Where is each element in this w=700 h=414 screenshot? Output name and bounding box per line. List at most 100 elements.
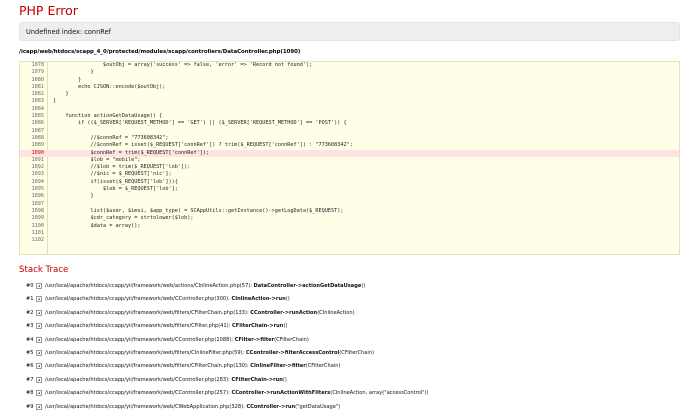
- trace-text: /usr/local/apache/htdocs/ccapp/yii/frame…: [45, 280, 365, 293]
- trace-text: /usr/local/apache/htdocs/ccapp/yii/frame…: [45, 334, 309, 347]
- trace-row[interactable]: #5/usr/local/apache/htdocs/ccapp/yii/fra…: [19, 347, 680, 360]
- trace-row[interactable]: #9/usr/local/apache/htdocs/ccapp/yii/fra…: [19, 401, 680, 414]
- line-code: $outObj = array('success' => false, 'err…: [53, 62, 313, 68]
- line-code: $data = array();: [53, 222, 141, 229]
- code-line: 1081 echo CJSON::encode($outObj);: [20, 84, 679, 91]
- trace-row[interactable]: #4/usr/local/apache/htdocs/ccapp/yii/fra…: [19, 334, 680, 347]
- trace-row[interactable]: #7/usr/local/apache/htdocs/ccapp/yii/fra…: [19, 374, 680, 387]
- trace-text: /usr/local/apache/htdocs/ccapp/yii/frame…: [45, 293, 290, 306]
- line-number: 1096: [31, 193, 45, 200]
- code-line: 1100 $data = array();: [20, 223, 679, 230]
- trace-args: (): [283, 323, 288, 330]
- code-line: 1078 $outObj = array('success' => false,…: [20, 62, 679, 69]
- trace-number: #4: [26, 336, 34, 343]
- trace-call: CController->filterAccessControl: [245, 349, 340, 356]
- trace-number: #7: [26, 376, 34, 383]
- code-line: 1091 $lob = "mobile";: [20, 157, 679, 164]
- code-line: 1084: [20, 106, 679, 113]
- line-number: 1082: [31, 91, 45, 98]
- line-number: 1092: [31, 164, 45, 171]
- expand-toggle-icon[interactable]: [36, 376, 42, 383]
- line-number: 1094: [31, 178, 45, 185]
- trace-path: /usr/local/apache/htdocs/ccapp/yii/frame…: [45, 336, 235, 343]
- trace-row[interactable]: #6/usr/local/apache/htdocs/ccapp/yii/fra…: [19, 360, 680, 373]
- line-number: 1098: [31, 207, 45, 214]
- trace-call: CController->runAction: [250, 309, 318, 316]
- error-file-path: /icapp/web/htdocs/scapp_4_0/protected/mo…: [19, 49, 301, 55]
- trace-row[interactable]: #8/usr/local/apache/htdocs/ccapp/yii/fra…: [19, 387, 680, 400]
- trace-args: (CFilterChain): [274, 336, 309, 343]
- trace-number: #9: [26, 403, 34, 410]
- line-code: $lob = "mobile";: [53, 156, 141, 163]
- line-code: if(isset($_REQUEST['lob'])){: [53, 178, 178, 185]
- expand-toggle-icon[interactable]: [36, 363, 42, 370]
- trace-row[interactable]: #0/usr/local/apache/htdocs/ccapp/yii/fra…: [19, 280, 680, 293]
- code-line: 1088 //$connRef = "773608342";: [20, 135, 679, 142]
- error-message: Undefined index: connRef: [26, 28, 111, 36]
- code-line: 1096 }: [20, 193, 679, 200]
- trace-call: CInlineAction->run: [231, 296, 286, 303]
- code-line: 1101: [20, 230, 679, 237]
- line-code: $lob = $_REQUEST['lob'];: [53, 186, 178, 193]
- trace-text: /usr/local/apache/htdocs/ccapp/yii/frame…: [45, 307, 355, 320]
- line-number: 1089: [31, 142, 45, 149]
- trace-args: (CInlineAction, array("accessControl")): [330, 390, 429, 397]
- line-number: 1081: [31, 83, 45, 90]
- line-number: 1099: [31, 215, 45, 222]
- trace-args: (CInlineAction): [317, 309, 355, 316]
- stack-trace-title: Stack Trace: [19, 265, 69, 275]
- error-title: PHP Error: [19, 3, 78, 18]
- trace-path: /usr/local/apache/htdocs/ccapp/yii/frame…: [45, 363, 251, 370]
- line-code: $connRef = trim($_REQUEST['connRef']);: [53, 149, 210, 156]
- line-number: 1079: [31, 69, 45, 76]
- code-line: 1094 if(isset($_REQUEST['lob'])){: [20, 179, 679, 186]
- line-number: 1084: [31, 105, 45, 112]
- expand-toggle-icon[interactable]: [36, 349, 42, 356]
- trace-args: (): [282, 376, 287, 383]
- line-code: $cdr_category = strtolower($lob);: [53, 215, 194, 222]
- trace-path: /usr/local/apache/htdocs/ccapp/yii/frame…: [45, 309, 251, 316]
- line-code: if (($_SERVER['REQUEST_METHOD'] == 'GET'…: [53, 120, 347, 127]
- code-line: 1092 //$lob = trim($_REQUEST['lob']);: [20, 164, 679, 171]
- line-number: 1093: [31, 171, 45, 178]
- trace-call: CFilterChain->run: [231, 376, 283, 383]
- line-number: 1087: [31, 127, 45, 134]
- line-code: }: [53, 91, 69, 98]
- expand-toggle-icon[interactable]: [36, 336, 42, 343]
- trace-text: /usr/local/apache/htdocs/ccapp/yii/frame…: [45, 387, 428, 400]
- trace-path: /usr/local/apache/htdocs/ccapp/yii/frame…: [45, 323, 232, 330]
- code-line: 1085 function actionGetDataUsage() {: [20, 113, 679, 120]
- trace-path: /usr/local/apache/htdocs/ccapp/yii/frame…: [45, 376, 232, 383]
- trace-path: /usr/local/apache/htdocs/ccapp/yii/frame…: [45, 283, 254, 289]
- trace-call: CFilter->filter: [234, 336, 275, 343]
- trace-row[interactable]: #3/usr/local/apache/htdocs/ccapp/yii/fra…: [19, 320, 680, 333]
- line-code: function actionGetDataUsage() {: [53, 113, 163, 120]
- trace-number: #2: [26, 309, 34, 316]
- trace-args: (CFilterChain): [339, 349, 374, 356]
- trace-number: #5: [26, 349, 34, 356]
- line-code: }: [53, 193, 94, 200]
- trace-row[interactable]: #2/usr/local/apache/htdocs/ccapp/yii/fra…: [19, 307, 680, 320]
- line-number: 1095: [31, 186, 45, 193]
- trace-text: /usr/local/apache/htdocs/ccapp/yii/frame…: [45, 347, 374, 360]
- expand-toggle-icon[interactable]: [36, 296, 42, 303]
- line-number: 1083: [31, 98, 45, 105]
- trace-row[interactable]: #1/usr/local/apache/htdocs/ccapp/yii/fra…: [19, 293, 680, 306]
- expand-toggle-icon[interactable]: [36, 323, 42, 330]
- line-code: }: [53, 69, 94, 76]
- expand-toggle-icon[interactable]: [36, 283, 42, 289]
- trace-number: #6: [26, 363, 34, 370]
- expand-toggle-icon[interactable]: [36, 309, 42, 316]
- line-code: list($user, $imsi, $app_type) = SCAppUti…: [53, 207, 344, 214]
- trace-path: /usr/local/apache/htdocs/ccapp/yii/frame…: [45, 390, 232, 397]
- code-line: 1082 }: [20, 91, 679, 98]
- trace-number: #3: [26, 323, 34, 330]
- line-code: }: [53, 76, 82, 83]
- code-line: 1095 $lob = $_REQUEST['lob'];: [20, 186, 679, 193]
- line-number: 1088: [31, 134, 45, 141]
- code-line: 1099 $cdr_category = strtolower($lob);: [20, 215, 679, 222]
- trace-number: #8: [26, 390, 34, 397]
- error-code-line: 1090 $connRef = trim($_REQUEST['connRef'…: [20, 149, 679, 157]
- expand-toggle-icon[interactable]: [36, 390, 42, 397]
- code-line: 1093 //$nic = $_REQUEST['nic'];: [20, 171, 679, 178]
